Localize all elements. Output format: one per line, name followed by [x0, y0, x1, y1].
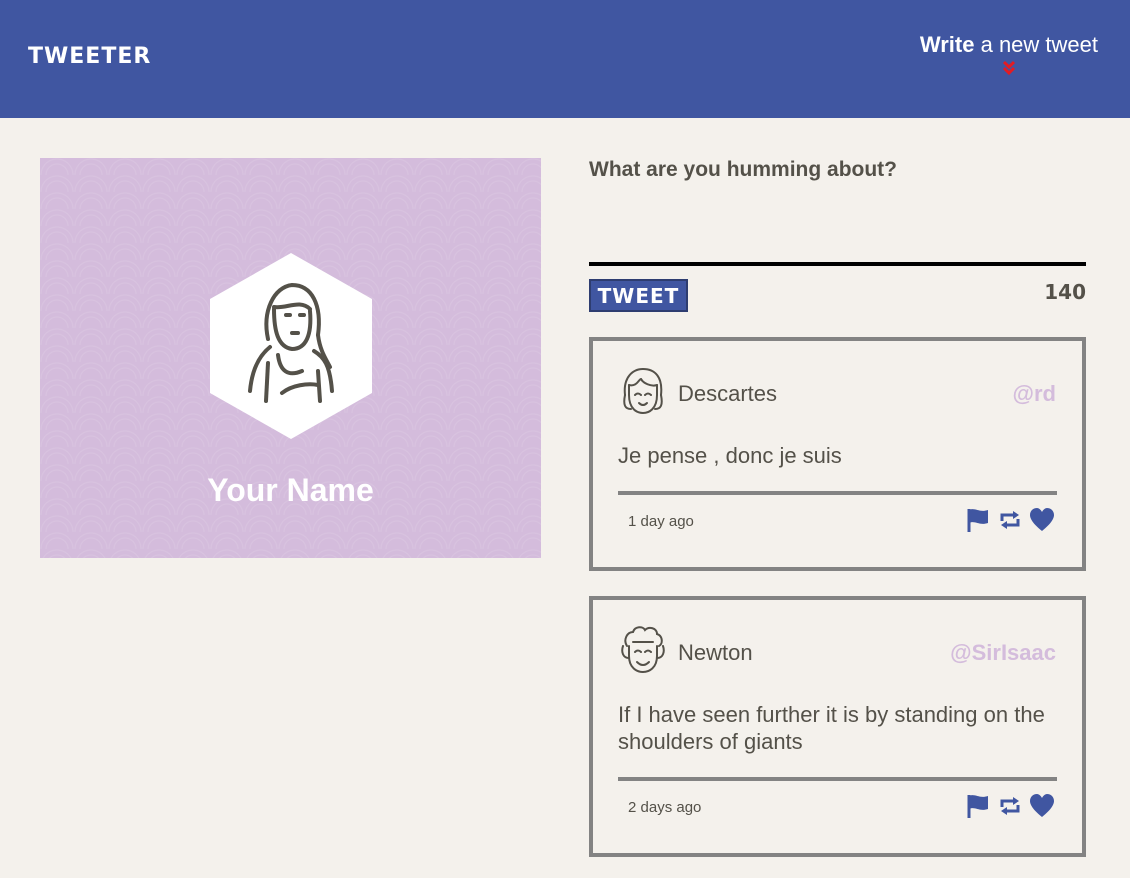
tweet-actions	[964, 792, 1056, 820]
tweet-card: Newton @SirIsaac If I have seen further …	[589, 596, 1086, 857]
tweet-handle[interactable]: @rd	[1013, 381, 1056, 407]
tweet-author: Descartes	[678, 381, 778, 406]
tweet-handle[interactable]: @SirIsaac	[950, 640, 1056, 666]
retweet-icon[interactable]	[996, 792, 1024, 820]
tweet-timestamp: 2 days ago	[628, 799, 702, 816]
double-chevron-down-icon[interactable]	[1001, 60, 1017, 76]
retweet-icon[interactable]	[996, 506, 1024, 534]
flag-icon[interactable]	[964, 506, 992, 534]
compose-prompt: What are you humming about?	[589, 158, 897, 181]
tweet-text: If I have seen further it is by standing…	[618, 702, 1045, 754]
top-nav: TWEETER Write a new tweet	[0, 0, 1130, 118]
tweet-button[interactable]: TWEET	[589, 279, 688, 312]
tweet-card: Descartes @rd Je pense , donc je suis 1 …	[589, 337, 1086, 571]
heart-icon[interactable]	[1028, 506, 1056, 534]
tweet-actions	[964, 506, 1056, 534]
profile-avatar	[210, 253, 372, 439]
profile-name: Your Name	[207, 472, 374, 508]
tweet-text: Je pense , donc je suis	[618, 443, 842, 468]
write-tweet-label: Write a new tweet	[919, 32, 1098, 57]
tweet-timestamp: 1 day ago	[628, 513, 694, 530]
char-counter: 140	[1044, 280, 1086, 304]
write-tweet-toggle[interactable]: Write a new tweet	[920, 32, 1098, 76]
descartes-avatar-icon	[623, 367, 663, 415]
newton-avatar-icon	[621, 626, 665, 674]
profile-card: Your Name	[40, 158, 541, 558]
flag-icon[interactable]	[964, 792, 992, 820]
tweet-divider	[618, 777, 1057, 781]
tweet-textarea[interactable]	[589, 192, 1086, 266]
brand-logo[interactable]: TWEETER	[28, 44, 151, 69]
tweet-divider	[618, 491, 1057, 495]
heart-icon[interactable]	[1028, 792, 1056, 820]
tweet-author: Newton	[678, 640, 753, 665]
